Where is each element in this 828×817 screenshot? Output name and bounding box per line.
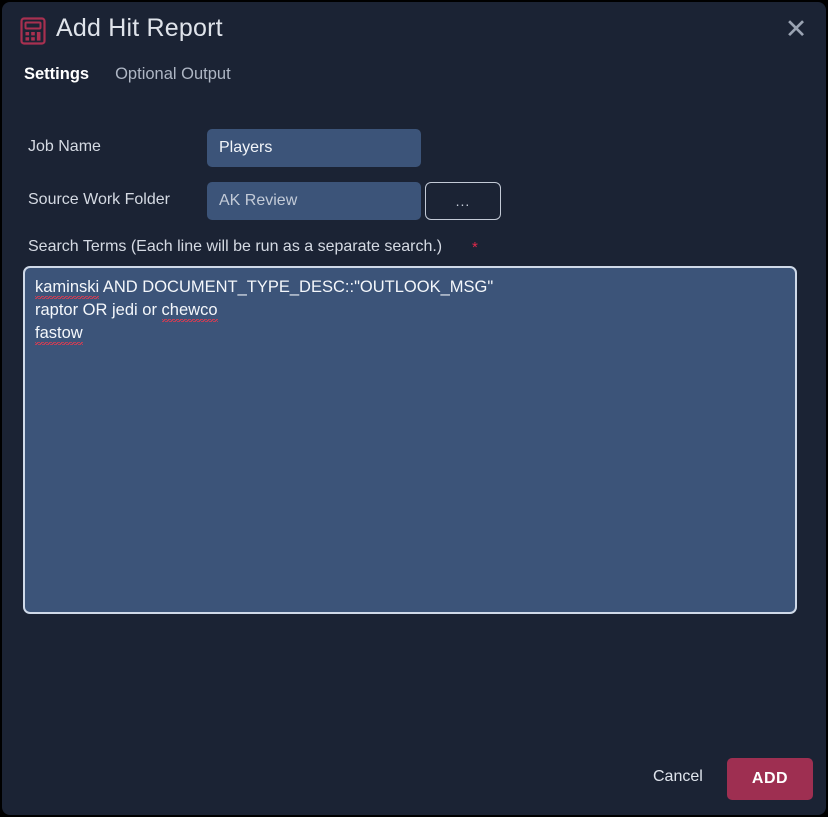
calculator-report-icon <box>18 16 48 46</box>
search-term-text: raptor OR jedi or <box>35 301 162 319</box>
source-work-folder-row: Source Work Folder ... <box>2 182 826 220</box>
job-name-row: Job Name <box>2 129 826 167</box>
search-term-text: AND DOCUMENT_TYPE_DESC::"OUTLOOK_MSG" <box>99 278 494 296</box>
tab-optional-output[interactable]: Optional Output <box>115 65 231 87</box>
add-hit-report-dialog: Add Hit Report ✕ Settings Optional Outpu… <box>2 2 826 815</box>
misspelled-word: chewco <box>161 301 218 322</box>
search-terms-textarea[interactable]: kaminski AND DOCUMENT_TYPE_DESC::"OUTLOO… <box>23 266 797 614</box>
tab-bar: Settings Optional Output <box>24 65 231 87</box>
required-marker: * <box>472 239 478 256</box>
search-terms-label: Search Terms (Each line will be run as a… <box>28 238 443 255</box>
browse-folder-button[interactable]: ... <box>425 182 501 220</box>
search-term-line: raptor OR jedi or chewco <box>35 299 785 322</box>
source-work-folder-label: Source Work Folder <box>28 191 170 208</box>
misspelled-word: kaminski <box>35 278 100 299</box>
search-term-line: fastow <box>35 322 785 345</box>
tab-settings[interactable]: Settings <box>24 65 89 87</box>
search-term-line: kaminski AND DOCUMENT_TYPE_DESC::"OUTLOO… <box>35 276 785 299</box>
close-icon[interactable]: ✕ <box>780 15 812 47</box>
source-work-folder-input[interactable] <box>207 182 421 220</box>
cancel-button[interactable]: Cancel <box>647 767 709 787</box>
add-button[interactable]: ADD <box>727 758 813 800</box>
dialog-header: Add Hit Report ✕ <box>2 2 826 58</box>
job-name-label: Job Name <box>28 138 101 155</box>
page-title: Add Hit Report <box>56 14 223 42</box>
misspelled-word: fastow <box>35 324 83 345</box>
job-name-input[interactable] <box>207 129 421 167</box>
